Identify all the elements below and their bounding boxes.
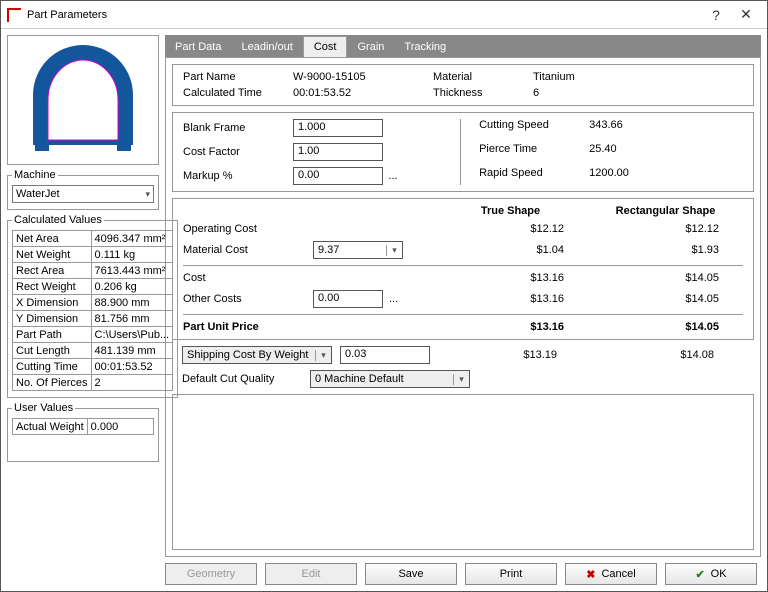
- user-values-label: User Values: [12, 402, 75, 414]
- machine-label: Machine: [12, 169, 58, 181]
- chevron-down-icon: ▾: [145, 189, 150, 200]
- tab-tracking[interactable]: Tracking: [394, 37, 456, 57]
- cut-quality-select[interactable]: 0 Machine Default▾: [310, 370, 470, 388]
- table-row: Net Weight0.111 kg: [13, 247, 173, 263]
- titlebar: Part Parameters ? ✕: [1, 1, 767, 29]
- table-row: No. Of Pierces2: [13, 375, 173, 391]
- params-box: Blank Frame 1.000 Cost Factor 1.00 Marku…: [172, 112, 754, 192]
- right-panel: Part DataLeadin/outCostGrainTracking Par…: [165, 29, 767, 557]
- part-parameters-window: Part Parameters ? ✕ Machine WaterJet ▾: [0, 0, 768, 592]
- notes-area[interactable]: [172, 394, 754, 550]
- tab-part-data[interactable]: Part Data: [165, 37, 231, 57]
- table-row: Cut Length481.139 mm: [13, 343, 173, 359]
- other-costs-more-button[interactable]: ...: [389, 293, 398, 305]
- tab-cost[interactable]: Cost: [303, 36, 348, 57]
- ok-button[interactable]: ✔ OK: [665, 563, 757, 585]
- costs-box: True Shape Rectangular Shape Operating C…: [172, 198, 754, 340]
- markup-more-button[interactable]: ...: [383, 170, 403, 182]
- tab-leadin-out[interactable]: Leadin/out: [231, 37, 302, 57]
- table-row: Actual Weight0.000: [13, 419, 154, 435]
- user-values-table: Actual Weight0.000: [12, 418, 154, 435]
- markup-input[interactable]: 0.00: [293, 167, 383, 185]
- shipping-row: Shipping Cost By Weight▾ 0.03 $13.19 $14…: [172, 346, 754, 364]
- edit-button[interactable]: Edit: [265, 563, 357, 585]
- table-row: Y Dimension81.756 mm: [13, 311, 173, 327]
- shipping-value-input[interactable]: 0.03: [340, 346, 430, 364]
- calculated-values-group: Calculated Values Net Area4096.347 mm²Ne…: [7, 214, 178, 398]
- footer: Geometry Edit Save Print ✖ Cancel ✔ OK: [1, 557, 767, 591]
- cancel-icon: ✖: [586, 568, 595, 581]
- table-row: X Dimension88.900 mm: [13, 295, 173, 311]
- table-row: Rect Weight0.206 kg: [13, 279, 173, 295]
- material-cost-select[interactable]: 9.37▾: [313, 241, 403, 259]
- close-button[interactable]: ✕: [731, 6, 761, 23]
- cost-panel: Part Name W-9000-15105 Material Titanium…: [165, 57, 761, 557]
- quality-row: Default Cut Quality 0 Machine Default▾: [172, 370, 754, 388]
- tab-grain[interactable]: Grain: [347, 37, 394, 57]
- save-button[interactable]: Save: [365, 563, 457, 585]
- table-row: Cutting Time00:01:53.52: [13, 359, 173, 375]
- cancel-button[interactable]: ✖ Cancel: [565, 563, 657, 585]
- geometry-button[interactable]: Geometry: [165, 563, 257, 585]
- calculated-values-table: Net Area4096.347 mm²Net Weight0.111 kgRe…: [12, 230, 173, 391]
- part-preview: [7, 35, 159, 165]
- user-values-group: User Values Actual Weight0.000: [7, 402, 159, 462]
- help-button[interactable]: ?: [701, 7, 731, 23]
- tab-bar: Part DataLeadin/outCostGrainTracking: [165, 35, 761, 57]
- shipping-mode-select[interactable]: Shipping Cost By Weight▾: [182, 346, 332, 364]
- table-row: Part PathC:\Users\Pub...: [13, 327, 173, 343]
- ok-icon: ✔: [695, 568, 704, 581]
- cost-factor-input[interactable]: 1.00: [293, 143, 383, 161]
- window-title: Part Parameters: [27, 9, 701, 21]
- machine-select[interactable]: WaterJet ▾: [12, 185, 154, 203]
- app-icon: [7, 8, 21, 22]
- table-row: Rect Area7613.443 mm²: [13, 263, 173, 279]
- header-box: Part Name W-9000-15105 Material Titanium…: [172, 64, 754, 106]
- print-button[interactable]: Print: [465, 563, 557, 585]
- left-panel: Machine WaterJet ▾ Calculated Values Net…: [1, 29, 165, 557]
- blank-frame-input[interactable]: 1.000: [293, 119, 383, 137]
- table-row: Net Area4096.347 mm²: [13, 231, 173, 247]
- machine-group: Machine WaterJet ▾: [7, 169, 159, 210]
- calculated-values-label: Calculated Values: [12, 214, 104, 226]
- other-costs-input[interactable]: 0.00: [313, 290, 383, 308]
